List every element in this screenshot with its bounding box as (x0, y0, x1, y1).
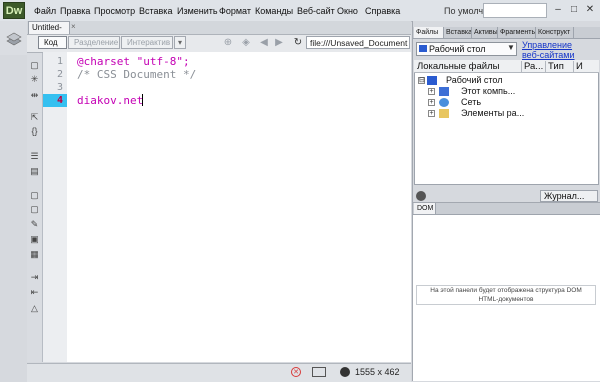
open-documents-icon[interactable]: ▢ (29, 60, 40, 71)
inspect-icon[interactable]: ⊕ (222, 36, 234, 49)
help-search-input[interactable] (483, 3, 547, 18)
tree-item-desktop-items[interactable]: Элементы ра... (461, 108, 524, 119)
files-tree[interactable] (414, 60, 599, 185)
comment-icon[interactable]: ▢ (29, 190, 40, 201)
menu-modify[interactable]: Изменить (177, 6, 218, 16)
code-line: @charset "utf-8"; (77, 55, 190, 68)
line-number: 3 (56, 82, 63, 93)
address-field[interactable]: file:///Unsaved_Document (306, 36, 410, 49)
column-separator (521, 61, 522, 72)
text-cursor (142, 94, 143, 106)
menu-file[interactable]: Файл (34, 6, 56, 16)
close-window-button[interactable]: ✕ (582, 2, 598, 17)
line-numbers-icon[interactable]: ☰ (29, 151, 40, 162)
tab-assets[interactable]: Активы (472, 27, 498, 38)
select-parent-tag-icon[interactable]: ⇱ (29, 112, 40, 123)
expand-icon[interactable]: + (428, 99, 435, 106)
menu-edit[interactable]: Правка (60, 6, 90, 16)
column-local-files[interactable]: Локальные файлы (417, 61, 499, 72)
collapse-icon[interactable]: ✳ (29, 74, 40, 85)
code-view-button[interactable]: Код (38, 36, 67, 49)
tree-item-this-pc[interactable]: Этот компь... (461, 86, 515, 97)
back-icon[interactable]: ◀ (258, 36, 270, 49)
site-select[interactable]: Рабочий стол (416, 42, 517, 56)
menu-site[interactable]: Веб-сайт (297, 6, 335, 16)
manage-sites-link-line2[interactable]: веб-сайтами (522, 50, 575, 60)
format-source-icon[interactable]: △ (29, 303, 40, 314)
column-modified[interactable]: И (576, 61, 583, 72)
manage-sites-link-line1[interactable]: Управление (522, 40, 575, 50)
document-tab-bar (27, 21, 411, 34)
move-css-icon[interactable]: ▦ (29, 249, 40, 260)
menu-insert[interactable]: Вставка (139, 6, 172, 16)
view-dropdown-button[interactable]: ▾ (174, 36, 186, 49)
menu-commands[interactable]: Команды (255, 6, 293, 16)
outdent-icon[interactable]: ⇤ (29, 287, 40, 298)
tab-builder[interactable]: Конструкт (536, 27, 574, 38)
tree-item-network[interactable]: Сеть (461, 97, 481, 108)
column-separator (573, 61, 574, 72)
refresh-icon[interactable]: ↻ (292, 36, 304, 49)
error-icon[interactable]: ✕ (291, 367, 301, 377)
code-line: diakov.net (77, 94, 144, 107)
menu-window[interactable]: Окно (337, 6, 358, 16)
tab-insert[interactable]: Вставка (444, 27, 472, 38)
tab-snippets[interactable]: Фрагменты (498, 27, 536, 38)
desktop-icon (427, 76, 437, 85)
workspace-dropdown[interactable]: По умолч. (444, 6, 486, 16)
maximize-button[interactable]: □ (566, 2, 582, 17)
expand-icon[interactable]: + (428, 110, 435, 117)
computer-icon (439, 87, 449, 96)
chevron-down-icon[interactable]: ▼ (507, 43, 515, 52)
workspace-switcher[interactable] (0, 21, 28, 55)
live-options-icon[interactable]: ◈ (240, 36, 252, 49)
expand-all-icon[interactable]: ⇹ (29, 90, 40, 101)
column-type[interactable]: Тип (548, 61, 564, 72)
column-size[interactable]: Ра... (524, 61, 543, 72)
collapse-icon[interactable]: ⊟ (418, 77, 425, 84)
uncomment-icon[interactable]: ▢ (29, 204, 40, 215)
wrap-tag-icon[interactable]: ✎ (29, 219, 40, 230)
dom-empty-message: На этой панели будет отображена структур… (416, 285, 596, 305)
expand-icon[interactable]: + (428, 88, 435, 95)
dreamweaver-logo: Dw (3, 2, 25, 19)
tab-files[interactable]: Файлы (414, 27, 444, 38)
menu-help[interactable]: Справка (365, 6, 400, 16)
dom-message-line2: HTML-документов (478, 296, 534, 303)
dom-message-line1: На этой панели будет отображена структур… (430, 287, 582, 294)
balance-braces-icon[interactable]: {} (29, 126, 40, 137)
word-wrap-icon[interactable]: ▤ (29, 166, 40, 177)
close-tab-icon[interactable]: × (71, 22, 76, 31)
manage-sites-link[interactable]: Управление веб-сайтами (522, 40, 575, 60)
layers-icon (6, 32, 22, 46)
recent-snippets-icon[interactable]: ▣ (29, 234, 40, 245)
line-number: 2 (56, 69, 63, 80)
window-dimensions[interactable]: 1555 x 462 (355, 367, 400, 377)
network-icon (439, 98, 449, 107)
window-size-icon[interactable] (312, 367, 326, 377)
line-number-current: 4 (43, 94, 67, 107)
log-button[interactable]: Журнал... (540, 190, 598, 202)
globe-icon (340, 367, 350, 377)
connect-icon[interactable] (416, 191, 426, 201)
code-line-comment: /* CSS Document */ (77, 68, 197, 81)
tab-dom[interactable]: DOM (414, 203, 436, 214)
desktop-icon (419, 45, 427, 52)
indent-icon[interactable]: ⇥ (29, 272, 40, 283)
column-separator (545, 61, 546, 72)
dom-panel-tabbar (413, 203, 600, 215)
document-tab[interactable]: Untitled-1* (28, 21, 70, 44)
forward-icon[interactable]: ▶ (273, 36, 285, 49)
menu-view[interactable]: Просмотр (94, 6, 135, 16)
menu-format[interactable]: Формат (219, 6, 251, 16)
minimize-button[interactable]: – (550, 2, 566, 17)
split-view-button[interactable]: Разделение (68, 36, 120, 49)
folder-icon (439, 109, 449, 118)
live-view-button[interactable]: Интерактив (121, 36, 173, 49)
line-number: 1 (56, 56, 63, 67)
tree-item-desktop[interactable]: Рабочий стол (446, 75, 503, 86)
status-bar (27, 363, 411, 382)
